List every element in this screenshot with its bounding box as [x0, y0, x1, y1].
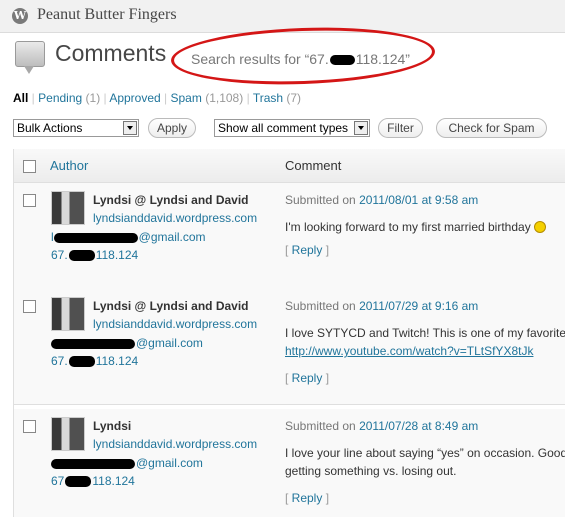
- redaction-mark: [68, 250, 95, 262]
- ip-prefix: 67.: [51, 248, 68, 262]
- reply-action: [ Reply ]: [285, 243, 330, 257]
- filter-pending[interactable]: Pending: [38, 91, 82, 105]
- email-domain: @gmail.com: [136, 336, 203, 350]
- author-name: Lyndsi @ Lyndsi and David: [93, 193, 249, 207]
- ip-prefix: 67: [51, 474, 65, 488]
- comment-date-link[interactable]: 2011/08/01 at 9:58 am: [359, 193, 478, 207]
- author-email[interactable]: l @gmail.com: [51, 230, 206, 244]
- author-url[interactable]: lyndsianddavid.wordpress.com: [93, 437, 257, 451]
- submitted-label: Submitted on: [285, 299, 356, 313]
- author-email[interactable]: @gmail.com: [51, 336, 203, 350]
- filter-pending-count: (1): [85, 91, 101, 105]
- author-url[interactable]: lyndsianddavid.wordpress.com: [93, 317, 257, 331]
- submitted-on: Submitted on 2011/07/28 at 8:49 am: [285, 419, 478, 433]
- author-email[interactable]: @gmail.com: [51, 456, 203, 470]
- avatar: [51, 297, 85, 331]
- red-highlight-oval: [170, 23, 436, 89]
- filter-all[interactable]: All: [13, 91, 28, 105]
- redaction-mark: [68, 356, 95, 368]
- comment-type-select[interactable]: Show all comment types: [214, 119, 370, 137]
- row-checkbox[interactable]: [23, 420, 36, 433]
- submitted-on: Submitted on 2011/08/01 at 9:58 am: [285, 193, 478, 207]
- comment-date-link[interactable]: 2011/07/29 at 9:16 am: [359, 299, 478, 313]
- comment-text: I'm looking forward to my first married …: [285, 218, 565, 236]
- ip-suffix: 118.124: [95, 248, 139, 262]
- filter-trash-count: (7): [286, 91, 302, 105]
- redaction-mark: [51, 458, 135, 469]
- author-name: Lyndsi @ Lyndsi and David: [93, 299, 249, 313]
- dropdown-arrow-icon: [354, 121, 368, 135]
- ip-suffix: 118.124: [92, 474, 135, 488]
- filter-spam-count: (1,108): [205, 91, 244, 105]
- site-title[interactable]: Peanut Butter Fingers: [37, 6, 177, 24]
- table-header: Author Comment: [14, 149, 565, 183]
- page-title: Comments: [55, 40, 167, 66]
- bulk-actions-select[interactable]: Bulk Actions: [13, 119, 139, 137]
- redaction-mark: [53, 232, 138, 243]
- comment-body: I'm looking forward to my first married …: [285, 220, 531, 234]
- email-domain: @gmail.com: [136, 456, 203, 470]
- check-for-spam-button[interactable]: Check for Spam: [436, 118, 547, 138]
- dropdown-arrow-icon: [123, 121, 137, 135]
- author-url[interactable]: lyndsianddavid.wordpress.com: [93, 211, 257, 225]
- comments-table: Author Comment Lyndsi @ Lyndsi and David…: [13, 149, 565, 517]
- author-name: Lyndsi: [93, 419, 132, 433]
- reply-action: [ Reply ]: [285, 491, 330, 505]
- table-row: Lyndsi @ Lyndsi and David lyndsianddavid…: [14, 183, 565, 299]
- filter-button[interactable]: Filter: [378, 118, 423, 138]
- filter-spam[interactable]: Spam: [171, 91, 202, 105]
- row-checkbox[interactable]: [23, 194, 36, 207]
- email-domain: @gmail.com: [138, 230, 206, 244]
- row-checkbox[interactable]: [23, 300, 36, 313]
- status-filter-links: All | Pending (1) | Approved | Spam (1,1…: [13, 91, 302, 105]
- comment-text: I love SYTYCD and Twitch! This is one of…: [285, 324, 565, 360]
- smiley-icon: [533, 221, 546, 233]
- author-column-header[interactable]: Author: [50, 158, 88, 173]
- comments-icon: [15, 41, 45, 74]
- reply-link[interactable]: Reply: [292, 491, 323, 505]
- reply-link[interactable]: Reply: [292, 243, 323, 257]
- avatar: [51, 191, 85, 225]
- redaction-mark: [51, 338, 135, 349]
- author-ip[interactable]: 67. 118.124: [51, 248, 138, 262]
- table-row: Lyndsi @ Lyndsi and David lyndsianddavid…: [14, 289, 565, 405]
- comment-body: I love SYTYCD and Twitch! This is one of…: [285, 326, 565, 340]
- comment-date-link[interactable]: 2011/07/28 at 8:49 am: [359, 419, 478, 433]
- reply-link[interactable]: Reply: [292, 371, 323, 385]
- author-ip[interactable]: 67. 118.124: [51, 354, 138, 368]
- ip-prefix: 67.: [51, 354, 68, 368]
- submitted-label: Submitted on: [285, 419, 356, 433]
- author-ip[interactable]: 67 118.124: [51, 474, 135, 488]
- wordpress-logo-icon[interactable]: W: [12, 8, 28, 24]
- apply-button[interactable]: Apply: [148, 118, 196, 138]
- submitted-on: Submitted on 2011/07/29 at 9:16 am: [285, 299, 478, 313]
- reply-action: [ Reply ]: [285, 371, 330, 385]
- ip-suffix: 118.124: [95, 354, 139, 368]
- table-row: Lyndsi lyndsianddavid.wordpress.com @gma…: [14, 409, 565, 517]
- filter-trash[interactable]: Trash: [253, 91, 283, 105]
- filter-approved[interactable]: Approved: [109, 91, 160, 105]
- comment-type-value: Show all comment types: [218, 121, 349, 135]
- bulk-actions-value: Bulk Actions: [17, 121, 83, 135]
- comment-youtube-link[interactable]: http://www.youtube.com/watch?v=TLtSfYX8t…: [285, 344, 533, 358]
- comment-column-header: Comment: [285, 158, 342, 173]
- submitted-label: Submitted on: [285, 193, 356, 207]
- select-all-checkbox[interactable]: [23, 160, 36, 173]
- avatar: [51, 417, 85, 451]
- comment-text: I love your line about saying “yes” on o…: [285, 446, 565, 478]
- redaction-mark: [65, 476, 92, 488]
